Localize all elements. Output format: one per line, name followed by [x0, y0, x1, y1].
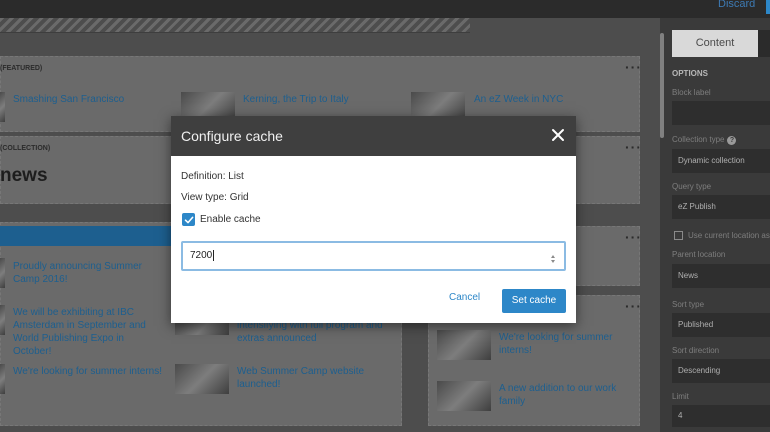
enable-cache-label: Enable cache: [200, 214, 261, 225]
item-thumbnail: [175, 323, 229, 335]
item-thumbnail: [0, 258, 5, 288]
sort-direction-label: Sort direction: [672, 346, 720, 355]
tab-content[interactable]: Content: [672, 30, 758, 57]
canvas-scrollbar[interactable]: [660, 33, 664, 138]
item-thumbnail: [437, 381, 491, 411]
item-thumbnail: [175, 364, 229, 394]
cache-ttl-input[interactable]: 7200: [181, 241, 566, 271]
top-bar: Discard: [0, 0, 770, 18]
parent-location-field[interactable]: News: [672, 264, 770, 288]
query-type-select[interactable]: eZ Publish: [672, 195, 770, 219]
block-menu-icon[interactable]: ···: [625, 299, 642, 313]
help-icon[interactable]: ?: [727, 136, 737, 145]
use-current-location-label: Use current location as: [688, 231, 770, 240]
item-title[interactable]: An eZ Week in NYC: [474, 93, 563, 106]
set-cache-button[interactable]: Set cache: [502, 289, 566, 313]
sort-direction-select[interactable]: Descending: [672, 359, 770, 383]
sort-type-label: Sort type: [672, 300, 705, 309]
checkmark-icon: [184, 216, 193, 223]
block-type-label: (COLLECTION): [0, 145, 51, 152]
list-item-title[interactable]: Web Summer Camp website launched!: [237, 365, 377, 391]
block-label-label: Block label: [672, 88, 711, 97]
sort-type-select[interactable]: Published: [672, 313, 770, 337]
query-type-label: Query type: [672, 182, 712, 191]
options-heading: OPTIONS: [672, 69, 709, 78]
list-item-title[interactable]: We will be exhibiting at IBC Amsterdam i…: [13, 306, 163, 358]
block-menu-icon[interactable]: ···: [625, 140, 642, 154]
save-button-edge[interactable]: [766, 0, 770, 14]
cancel-button[interactable]: Cancel: [449, 292, 480, 303]
item-thumbnail: [0, 92, 5, 122]
item-thumbnail: [0, 305, 5, 335]
limit-input[interactable]: 4: [672, 405, 770, 427]
cache-ttl-value: 7200: [190, 250, 213, 261]
block-menu-icon[interactable]: ···: [625, 230, 642, 244]
list-item-title[interactable]: We're looking for summer interns!: [499, 331, 619, 357]
block-title: news: [0, 165, 48, 186]
definition-text: Definition: List: [181, 171, 244, 182]
collection-type-select[interactable]: Dynamic collection: [672, 149, 770, 173]
list-item-title[interactable]: We're looking for summer interns!: [13, 365, 162, 378]
discard-button[interactable]: Discard: [718, 0, 755, 10]
view-type-text: View type: Grid: [181, 192, 249, 203]
item-thumbnail: [437, 330, 491, 360]
block-type-label: (FEATURED): [0, 65, 43, 72]
close-icon[interactable]: [548, 125, 568, 145]
hatched-zone: [0, 18, 470, 33]
enable-cache-checkbox[interactable]: [182, 213, 195, 226]
parent-location-label: Parent location: [672, 250, 726, 259]
tab-other[interactable]: [758, 30, 770, 57]
text-caret: [213, 249, 215, 261]
collection-type-label: Collection type?: [672, 135, 737, 145]
spinner-icon[interactable]: [550, 250, 556, 263]
list-item-title[interactable]: Proudly announcing Summer Camp 2016!: [13, 260, 163, 286]
dialog-header: Configure cache: [171, 116, 576, 156]
limit-label: Limit: [672, 392, 689, 401]
block-menu-icon[interactable]: ···: [625, 60, 642, 74]
use-current-location-checkbox[interactable]: [674, 231, 683, 240]
item-thumbnail: [0, 364, 5, 394]
item-title[interactable]: Smashing San Francisco: [13, 93, 124, 106]
item-title[interactable]: Kerning, the Trip to Italy: [243, 93, 349, 106]
dialog-title: Configure cache: [181, 128, 283, 144]
block-label-input[interactable]: [672, 101, 770, 125]
enable-cache-row[interactable]: Enable cache: [182, 213, 261, 226]
list-item-title[interactable]: A new addition to our work family: [499, 382, 619, 408]
configure-cache-dialog: Configure cache Definition: List View ty…: [171, 116, 576, 323]
